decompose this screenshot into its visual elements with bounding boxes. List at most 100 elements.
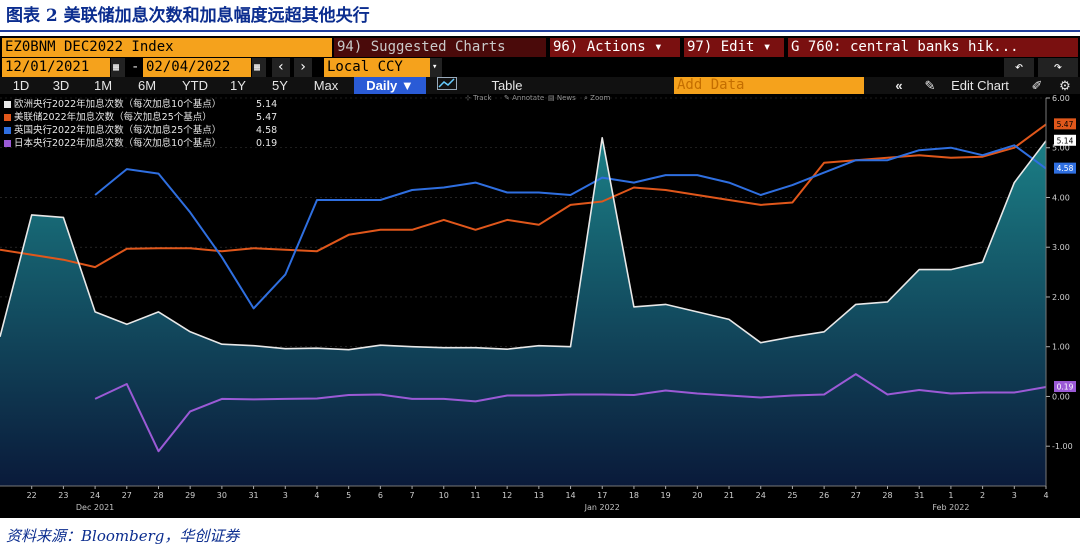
x-tick-label: 2: [980, 491, 985, 500]
x-tick-label: 18: [629, 491, 639, 500]
x-month-label: Dec 2021: [76, 503, 114, 512]
legend-swatch-ecb: [4, 101, 11, 108]
chart-svg: -1.000.001.002.003.004.005.006.005.475.1…: [0, 94, 1076, 512]
date-from-input[interactable]: 12/01/2021: [2, 58, 110, 77]
x-tick-label: 1: [948, 491, 953, 500]
source-note: 资料来源：Bloomberg，华创证券: [6, 527, 240, 545]
x-tick-label: 27: [122, 491, 132, 500]
x-month-label: Jan 2022: [584, 503, 620, 512]
collapse-icon[interactable]: «: [888, 77, 910, 94]
x-tick-label: 31: [914, 491, 924, 500]
x-tick-label: 3: [283, 491, 288, 500]
chart-title-field[interactable]: G 760: central banks hik...: [788, 38, 1078, 57]
date-to-input[interactable]: 02/04/2022: [143, 58, 251, 77]
terminal-header-row: EZ0BNM DEC2022 Index 94) Suggested Chart…: [0, 38, 1080, 57]
table-button[interactable]: Table: [470, 77, 544, 94]
y-tick-label: 1.00: [1052, 343, 1070, 352]
x-tick-label: 25: [787, 491, 797, 500]
y-tick-label: 6.00: [1052, 94, 1070, 103]
legend-item-fed: 美联储2022年加息次数（每次加息25个基点） 5.47: [4, 111, 294, 124]
legend-value-fed: 5.47: [256, 112, 278, 123]
redo-icon[interactable]: ↷: [1038, 58, 1078, 77]
period-1y-button[interactable]: 1Y: [224, 77, 252, 94]
x-tick-label: 28: [153, 491, 163, 500]
x-tick-label: 23: [58, 491, 68, 500]
edit-chart-button[interactable]: Edit Chart: [940, 77, 1020, 94]
ticker-field[interactable]: EZ0BNM DEC2022 Index: [2, 38, 332, 57]
last-value-label-boe: 4.58: [1057, 164, 1074, 173]
x-tick-label: 22: [27, 491, 37, 500]
legend-label-ecb: 欧洲央行2022年加息次数（每次加息10个基点）: [14, 99, 222, 110]
currency-dropdown-icon[interactable]: ▾: [430, 58, 442, 77]
y-tick-label: 3.00: [1052, 243, 1070, 252]
legend-item-boe: 英国央行2022年加息次数（每次加息25个基点） 4.58: [4, 124, 294, 137]
date-separator: -: [131, 59, 140, 75]
x-tick-label: 24: [90, 491, 100, 500]
x-tick-label: 10: [439, 491, 449, 500]
pencil-icon[interactable]: ✎: [922, 77, 938, 94]
x-month-label: Feb 2022: [932, 503, 969, 512]
period-max-button[interactable]: Max: [306, 77, 346, 94]
legend-label-boj: 日本央行2022年加息次数（每次加息10个基点）: [14, 138, 222, 149]
period-1m-button[interactable]: 1M: [88, 77, 118, 94]
x-tick-label: 3: [1012, 491, 1017, 500]
x-tick-label: 14: [565, 491, 575, 500]
x-tick-label: 4: [1043, 491, 1048, 500]
legend-swatch-fed: [4, 114, 11, 121]
y-tick-label: 4.00: [1052, 193, 1070, 202]
edit-menu[interactable]: 97) Edit ▾: [684, 38, 784, 57]
x-tick-label: 24: [756, 491, 766, 500]
calendar-from-icon[interactable]: ▦: [111, 58, 125, 77]
period-1d-button[interactable]: 1D: [8, 77, 34, 94]
period-6m-button[interactable]: 6M: [132, 77, 162, 94]
calendar-to-icon[interactable]: ▦: [252, 58, 266, 77]
legend-swatch-boj: [4, 140, 11, 147]
x-tick-label: 30: [217, 491, 227, 500]
undo-icon[interactable]: ↶: [1004, 58, 1034, 77]
figure-footer: 资料来源：Bloomberg，华创证券: [0, 519, 1080, 546]
settings-gear-icon[interactable]: ⚙: [1054, 77, 1076, 94]
legend-value-boe: 4.58: [256, 125, 278, 136]
period-5y-button[interactable]: 5Y: [266, 77, 294, 94]
x-tick-label: 6: [378, 491, 383, 500]
x-tick-label: 7: [410, 491, 415, 500]
legend-label-fed: 美联储2022年加息次数（每次加息25个基点）: [14, 112, 212, 123]
next-period-button[interactable]: ›: [294, 58, 312, 77]
currency-select[interactable]: Local CCY: [324, 58, 430, 77]
legend-label-boe: 英国央行2022年加息次数（每次加息25个基点）: [14, 125, 222, 136]
add-data-input[interactable]: Add Data: [674, 77, 864, 94]
x-tick-label: 4: [314, 491, 319, 500]
x-tick-label: 19: [661, 491, 671, 500]
legend-item-ecb: 欧洲央行2022年加息次数（每次加息10个基点） 5.14: [4, 98, 294, 111]
period-3d-button[interactable]: 3D: [48, 77, 74, 94]
frequency-select[interactable]: Daily ▼: [354, 77, 426, 94]
legend-item-boj: 日本央行2022年加息次数（每次加息10个基点） 0.19: [4, 137, 294, 150]
prev-period-button[interactable]: ‹: [272, 58, 290, 77]
caption-rule: [0, 30, 1080, 32]
x-tick-label: 21: [724, 491, 734, 500]
legend-value-boj: 0.19: [256, 138, 278, 149]
x-tick-label: 26: [819, 491, 829, 500]
x-tick-label: 31: [248, 491, 258, 500]
terminal-toolbar-row: 1D 3D 1M 6M YTD 1Y 5Y Max Daily ▼ Table …: [0, 77, 1080, 94]
x-tick-label: 28: [882, 491, 892, 500]
x-tick-label: 12: [502, 491, 512, 500]
x-tick-label: 5: [346, 491, 351, 500]
last-value-label-boj: 0.19: [1057, 383, 1074, 392]
actions-menu[interactable]: 96) Actions ▾: [550, 38, 680, 57]
x-tick-label: 13: [534, 491, 544, 500]
edit-icon[interactable]: ✐: [1028, 77, 1046, 94]
suggested-charts-button[interactable]: 94) Suggested Charts: [334, 38, 546, 57]
bloomberg-terminal: EZ0BNM DEC2022 Index 94) Suggested Chart…: [0, 36, 1080, 518]
legend-swatch-boe: [4, 127, 11, 134]
last-value-label-fed: 5.47: [1057, 120, 1074, 129]
terminal-date-row: 12/01/2021 ▦ - 02/04/2022 ▦ ‹ › Local CC…: [0, 58, 1080, 77]
legend-value-ecb: 5.14: [256, 99, 278, 110]
line-chart-icon[interactable]: [434, 77, 460, 94]
period-ytd-button[interactable]: YTD: [176, 77, 214, 94]
y-tick-label: 0.00: [1052, 392, 1070, 401]
x-tick-label: 17: [597, 491, 607, 500]
figure-caption: 图表 2 美联储加息次数和加息幅度远超其他央行: [6, 6, 370, 26]
y-tick-label: 2.00: [1052, 293, 1070, 302]
x-tick-label: 20: [692, 491, 702, 500]
